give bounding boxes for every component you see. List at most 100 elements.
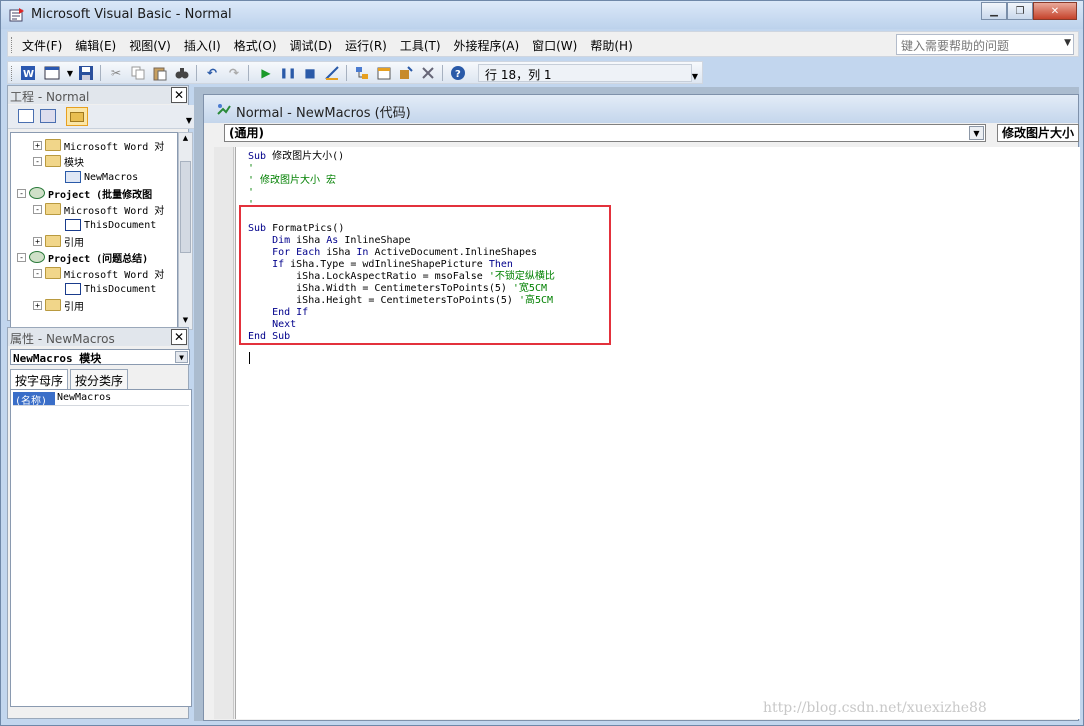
scroll-thumb[interactable] <box>180 161 191 253</box>
collapse-icon[interactable]: - <box>33 204 42 214</box>
toolbar-options-icon[interactable]: ▼ <box>692 72 698 81</box>
undo-icon[interactable]: ↶ <box>204 65 220 81</box>
tree-item[interactable]: + 引用 <box>33 297 84 313</box>
project-tree-vscrollbar[interactable]: ▲ ▼ <box>178 132 193 330</box>
chevron-down-icon[interactable]: ▼ <box>969 126 984 140</box>
paste-icon[interactable] <box>152 65 168 81</box>
properties-object-label: NewMacros 模块 <box>13 352 102 365</box>
tree-item[interactable]: ThisDocument <box>53 217 156 233</box>
close-icon[interactable]: ✕ <box>171 329 187 345</box>
tree-item[interactable]: + 引用 <box>33 233 84 249</box>
folder-icon <box>45 299 61 311</box>
menu-item[interactable]: 帮助(H) <box>590 37 632 54</box>
collapse-icon[interactable]: - <box>17 188 26 198</box>
code-keyword: Sub <box>248 223 273 234</box>
code-keyword: Sub <box>248 151 273 162</box>
menu-item[interactable]: 工具(T) <box>400 37 441 54</box>
close-icon[interactable]: ✕ <box>171 87 187 103</box>
project-toolbar: ▼ <box>8 105 194 129</box>
chevron-down-icon[interactable]: ▼ <box>1064 38 1071 48</box>
code-text: InlineShape <box>344 235 411 246</box>
margin-indicator-bar[interactable] <box>214 147 234 719</box>
toggle-folders-icon[interactable] <box>66 107 88 126</box>
menu-item[interactable]: 视图(V) <box>129 37 171 54</box>
save-icon[interactable] <box>78 65 94 81</box>
break-icon[interactable]: ❚❚ <box>280 65 297 81</box>
code-text: 修改图片大小() <box>272 151 345 162</box>
project-explorer-icon[interactable] <box>354 65 370 81</box>
menu-item[interactable]: 外接程序(A) <box>454 37 520 54</box>
collapse-icon[interactable]: - <box>33 268 42 278</box>
text-caret <box>249 352 250 364</box>
menu-item[interactable]: 插入(I) <box>184 37 221 54</box>
menu-item[interactable]: 编辑(E) <box>75 37 116 54</box>
properties-title: 属性 - NewMacros <box>10 332 115 346</box>
menu-item[interactable]: 窗口(W) <box>532 37 577 54</box>
property-row-name[interactable]: (名称) NewMacros <box>13 392 189 407</box>
code-text: ActiveDocument.InlineShapes <box>374 247 538 258</box>
expand-icon[interactable]: + <box>33 236 42 246</box>
code-keyword: Dim <box>248 235 297 246</box>
code-keyword: End If <box>248 307 309 318</box>
menu-items: 文件(F) 编辑(E) 视图(V) 插入(I) 格式(O) 调试(D) 运行(R) 工具(T)… <box>22 37 646 54</box>
properties-window-icon[interactable] <box>376 65 392 81</box>
tree-item[interactable]: - Project (批量修改图 <box>17 185 152 201</box>
reset-icon[interactable]: ■ <box>302 65 318 81</box>
code-line: iSha.Width = CentimetersToPoints(5) '宽5C… <box>248 283 547 295</box>
code-keyword: End Sub <box>248 331 291 342</box>
code-keyword: Next <box>248 319 297 330</box>
tab-categorized[interactable]: 按分类序 <box>70 369 129 389</box>
copy-icon[interactable] <box>130 65 146 81</box>
run-icon[interactable]: ▶ <box>258 65 274 81</box>
menu-item[interactable]: 调试(D) <box>290 37 333 54</box>
insert-userform-icon[interactable] <box>44 65 60 81</box>
tree-item[interactable]: + Microsoft Word 对 <box>33 137 164 153</box>
redo-icon[interactable]: ↷ <box>226 65 242 81</box>
vbe-app-icon <box>9 8 24 22</box>
cut-icon[interactable]: ✂ <box>108 65 124 81</box>
object-select[interactable]: (通用) ▼ <box>224 124 986 142</box>
expand-icon[interactable]: + <box>33 300 42 310</box>
design-mode-icon[interactable] <box>324 65 340 81</box>
toolbox-icon[interactable] <box>420 65 436 81</box>
chevron-down-icon[interactable]: ▼ <box>62 65 78 81</box>
toolbar-grip[interactable] <box>11 66 14 81</box>
tree-item[interactable]: - Microsoft Word 对 <box>33 201 164 217</box>
project-tree[interactable]: + Microsoft Word 对 - 模块 NewMacros - Project (批… <box>10 132 178 330</box>
minimize-button[interactable]: ▁ <box>981 2 1007 20</box>
tree-item[interactable]: ThisDocument <box>53 281 156 297</box>
help-icon[interactable]: ? <box>450 65 466 81</box>
menu-item[interactable]: 文件(F) <box>22 37 62 54</box>
scroll-up-icon[interactable]: ▲ <box>180 134 191 146</box>
find-icon[interactable] <box>174 65 190 81</box>
collapse-icon[interactable]: - <box>33 156 42 166</box>
close-button[interactable]: ✕ <box>1033 2 1077 20</box>
menu-grip[interactable] <box>11 37 14 53</box>
procedure-select[interactable]: 修改图片大小 <box>997 124 1079 142</box>
expand-icon[interactable]: + <box>33 140 42 150</box>
code-window-title: Normal - NewMacros (代码) <box>236 106 411 121</box>
word-view-icon[interactable]: W <box>20 65 36 81</box>
tree-item-label: NewMacros <box>84 171 139 183</box>
tree-item[interactable]: - Microsoft Word 对 <box>33 265 164 281</box>
menu-item[interactable]: 格式(O) <box>234 37 277 54</box>
tree-item[interactable]: - Project (问题总结) <box>17 249 148 265</box>
properties-object-select[interactable]: NewMacros 模块 ▼ <box>10 349 190 365</box>
chevron-down-icon[interactable]: ▼ <box>175 351 188 363</box>
view-code-icon[interactable] <box>18 109 34 123</box>
property-value[interactable]: NewMacros <box>55 392 111 405</box>
help-search-input[interactable]: 键入需要帮助的问题 ▼ <box>896 34 1074 55</box>
menu-item[interactable]: 运行(R) <box>345 37 387 54</box>
view-object-icon[interactable] <box>40 109 56 123</box>
chevron-down-icon[interactable]: ▼ <box>186 116 192 125</box>
restore-button[interactable]: ❐ <box>1007 2 1033 20</box>
code-line: ' 修改图片大小 宏 <box>248 175 336 187</box>
tree-item[interactable]: - 模块 <box>33 153 84 169</box>
tree-item[interactable]: NewMacros <box>53 169 138 185</box>
code-window: Normal - NewMacros (代码) (通用) ▼ 修改图片大小 Su… <box>203 94 1080 721</box>
tab-alphabetic[interactable]: 按字母序 <box>10 369 69 389</box>
object-browser-icon[interactable] <box>398 65 414 81</box>
collapse-icon[interactable]: - <box>17 252 26 262</box>
code-editor[interactable]: Sub 修改图片大小() ' ' 修改图片大小 宏 ' ' Sub FormatPics(… <box>235 147 1080 719</box>
code-line: iSha.Height = CentimetersToPoints(5) '高5… <box>248 295 553 307</box>
